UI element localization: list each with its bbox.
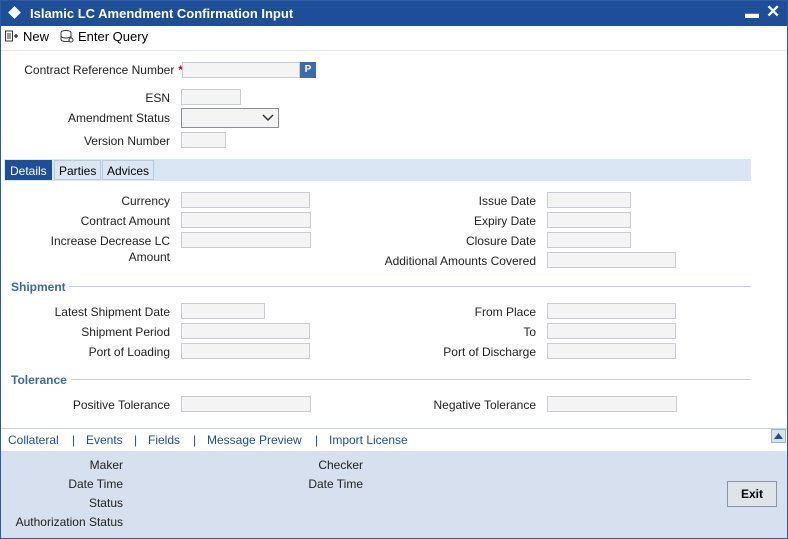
minimize-button[interactable]: ▬ — [745, 5, 759, 21]
additional-amounts-label: Additional Amounts Covered — [384, 254, 536, 268]
positive-tolerance-label: Positive Tolerance — [72, 398, 170, 412]
new-button[interactable]: New — [5, 29, 49, 44]
window-menu-icon[interactable] — [8, 6, 21, 19]
contract-ref-input[interactable] — [182, 62, 300, 78]
link-import-license[interactable]: Import License — [329, 433, 408, 447]
contract-ref-label: Contract Reference Number * — [7, 63, 183, 77]
tab-details[interactable]: Details — [5, 160, 52, 180]
currency-input[interactable] — [181, 192, 310, 208]
exit-button[interactable]: Exit — [727, 481, 777, 507]
tolerance-section-title: Tolerance — [11, 373, 67, 387]
issue-date-label: Issue Date — [478, 194, 536, 208]
from-place-label: From Place — [474, 305, 536, 319]
window-frame: Islamic LC Amendment Confirmation Input … — [0, 0, 788, 539]
maker-label: Maker — [89, 458, 123, 472]
esn-input[interactable] — [181, 89, 241, 105]
port-of-loading-input[interactable] — [181, 343, 310, 359]
shipment-divider — [69, 286, 751, 287]
contract-ref-text: Contract Reference Number — [24, 63, 175, 77]
chevron-down-icon — [262, 114, 274, 122]
checker-label: Checker — [318, 458, 363, 472]
toolbar: New Enter Query — [1, 26, 787, 51]
from-place-input[interactable] — [547, 303, 676, 319]
increase-decrease-label-line2: Amount — [128, 250, 170, 264]
link-separator: | — [72, 433, 76, 447]
shipment-period-label: Shipment Period — [81, 325, 170, 339]
shipment-section-title: Shipment — [11, 280, 66, 294]
port-of-discharge-input[interactable] — [547, 343, 676, 359]
positive-tolerance-input[interactable] — [181, 396, 311, 412]
link-separator: | — [134, 433, 138, 447]
contract-amount-label: Contract Amount — [80, 214, 170, 228]
link-events[interactable]: Events — [86, 433, 123, 447]
latest-shipment-date-input[interactable] — [181, 303, 265, 319]
expiry-date-input[interactable] — [547, 212, 631, 228]
window-title: Islamic LC Amendment Confirmation Input — [30, 6, 294, 21]
increase-decrease-label: Increase Decrease LC Amount — [21, 234, 170, 264]
currency-label: Currency — [121, 194, 170, 208]
negative-tolerance-label: Negative Tolerance — [433, 398, 536, 412]
triangle-up-icon — [774, 433, 783, 439]
link-message-preview[interactable]: Message Preview — [207, 433, 302, 447]
increase-decrease-input[interactable] — [181, 232, 311, 248]
enter-query-label: Enter Query — [78, 29, 149, 44]
maker-date-time-label: Date Time — [68, 477, 123, 491]
expiry-date-label: Expiry Date — [473, 214, 536, 228]
close-button[interactable]: ✕ — [766, 2, 780, 22]
to-label: To — [523, 325, 536, 339]
audit-footer: Maker Date Time Status Authorization Sta… — [1, 451, 787, 538]
amendment-status-select[interactable] — [181, 108, 279, 128]
link-fields[interactable]: Fields — [148, 433, 180, 447]
checker-date-time-label: Date Time — [308, 477, 363, 491]
link-collateral[interactable]: Collateral — [8, 433, 59, 447]
closure-date-input[interactable] — [547, 232, 631, 248]
to-input[interactable] — [547, 323, 676, 339]
title-bar: Islamic LC Amendment Confirmation Input … — [1, 1, 787, 26]
negative-tolerance-input[interactable] — [547, 396, 677, 412]
amendment-status-label: Amendment Status — [67, 111, 170, 125]
closure-date-label: Closure Date — [465, 234, 536, 248]
issue-date-input[interactable] — [547, 192, 631, 208]
esn-label: ESN — [145, 91, 170, 105]
contract-amount-input[interactable] — [181, 212, 311, 228]
authorization-status-label: Authorization Status — [15, 515, 123, 529]
tab-parties[interactable]: Parties — [54, 160, 102, 180]
version-number-label: Version Number — [83, 134, 170, 148]
link-bar: Collateral | Events | Fields | Message P… — [1, 428, 787, 451]
new-label: New — [23, 29, 50, 44]
tolerance-divider — [71, 379, 751, 380]
contract-ref-lov-button[interactable]: P — [300, 62, 316, 78]
additional-amounts-input[interactable] — [547, 252, 676, 268]
enter-query-button[interactable]: Enter Query — [60, 29, 148, 44]
status-label: Status — [88, 496, 123, 510]
scroll-up-button[interactable] — [771, 429, 786, 443]
increase-decrease-label-line1: Increase Decrease LC — [50, 234, 170, 248]
tab-bar: Details Parties Advices — [4, 159, 751, 181]
latest-shipment-date-label: Latest Shipment Date — [54, 305, 170, 319]
port-of-discharge-label: Port of Discharge — [443, 345, 536, 359]
link-separator: | — [315, 433, 319, 447]
port-of-loading-label: Port of Loading — [88, 345, 170, 359]
shipment-period-input[interactable] — [181, 323, 310, 339]
tab-advices[interactable]: Advices — [102, 160, 155, 180]
new-document-icon — [5, 30, 18, 42]
version-number-input[interactable] — [181, 132, 226, 148]
query-icon — [60, 30, 74, 43]
link-separator: | — [193, 433, 197, 447]
